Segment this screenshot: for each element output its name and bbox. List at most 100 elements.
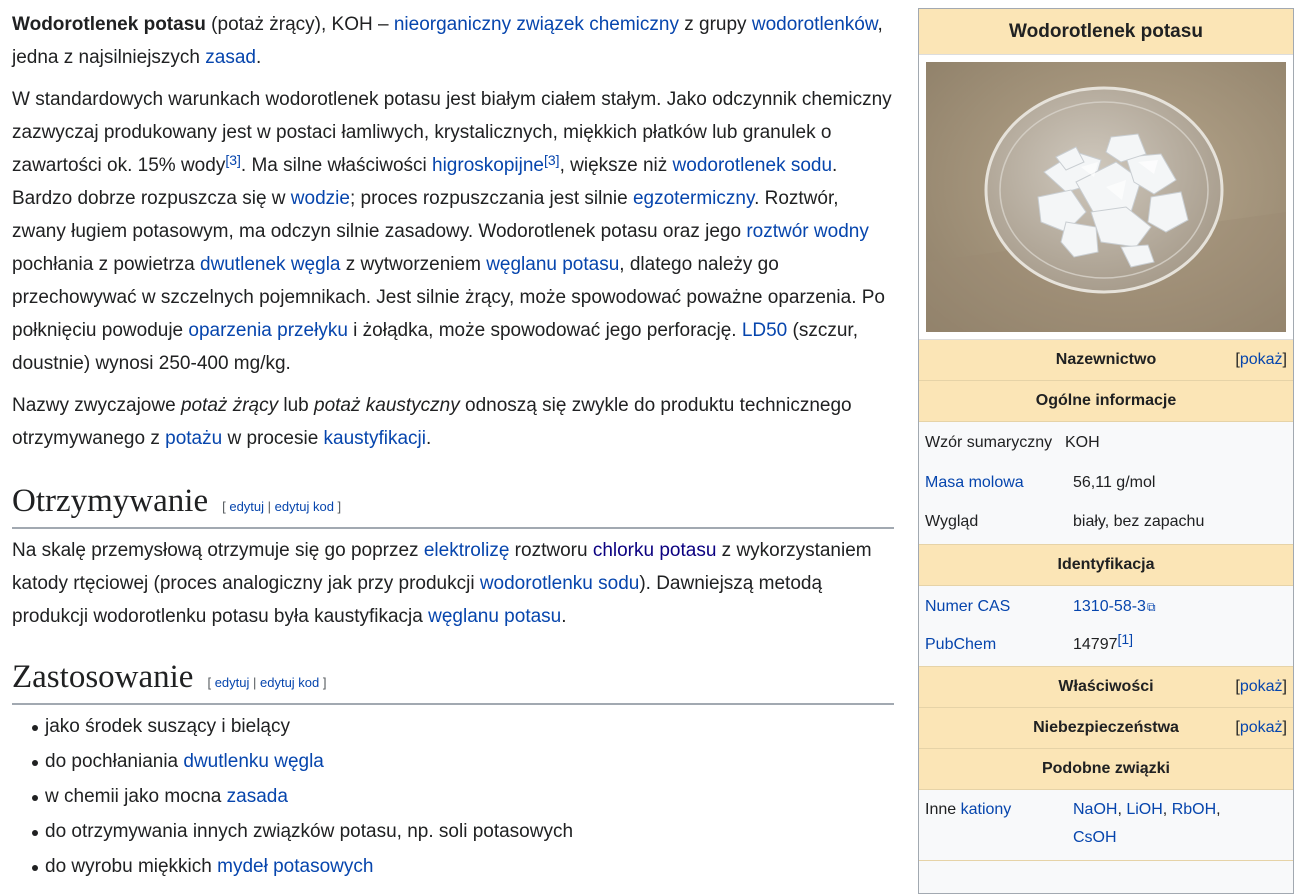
link-elektrolize[interactable]: elektrolizę	[424, 540, 510, 561]
text: do wyrobu miękkich	[45, 856, 218, 877]
link-oparzenia-przelyku[interactable]: oparzenia przełyku	[188, 320, 347, 341]
section-header-ogolne: Ogólne informacje	[919, 381, 1293, 422]
link-rboh[interactable]: RbOH	[1172, 801, 1216, 818]
show-link-niebezpieczenstwa[interactable]: pokaż	[1240, 719, 1283, 736]
link-zasada[interactable]: zasada	[227, 786, 288, 807]
reference-3[interactable]: [3]	[544, 152, 560, 168]
bracket: ]	[1282, 719, 1287, 736]
link-roztwor-wodny[interactable]: roztwór wodny	[746, 221, 869, 242]
link-potazu[interactable]: potażu	[165, 428, 222, 449]
separator: |	[249, 675, 260, 690]
text: lub	[278, 395, 315, 416]
show-toggle: [pokaż]	[1235, 667, 1287, 707]
section-header-wlasciwosci: Właściwości [pokaż]	[919, 667, 1293, 708]
link-cas-number[interactable]: 1310-58-3	[1073, 598, 1146, 615]
text: jako środek suszący i bielący	[45, 716, 290, 737]
text: Na skalę przemysłową otrzymuje się go po…	[12, 540, 424, 561]
link-naoh[interactable]: NaOH	[1073, 801, 1117, 818]
show-toggle: [pokaż]	[1235, 340, 1287, 380]
section-title: Otrzymywanie	[12, 483, 209, 519]
italic-term: potaż kaustyczny	[314, 395, 460, 416]
link-ld50[interactable]: LD50	[742, 320, 787, 341]
link-zasad[interactable]: zasad	[205, 47, 256, 68]
compound-photo[interactable]	[919, 55, 1293, 340]
section-label: Nazewnictwo	[1055, 351, 1157, 368]
link-kationy[interactable]: kationy	[961, 801, 1012, 818]
italic-term: potaż żrący	[180, 395, 279, 416]
link-wodorotlenku-sodu[interactable]: wodorotlenku sodu	[480, 573, 640, 594]
bracket: [	[207, 675, 215, 690]
link-mydel-potasowych[interactable]: mydeł potasowych	[217, 856, 373, 877]
row-label: Wzór sumaryczny	[925, 434, 1053, 451]
link-higroskopijne[interactable]: higroskopijne	[432, 155, 544, 176]
text: .	[561, 606, 567, 627]
section-label: Właściwości	[1058, 678, 1154, 695]
link-pubchem[interactable]: PubChem	[925, 636, 996, 653]
infobox-row-pubchem: PubChem 14797[1]	[919, 626, 1293, 667]
text: .	[425, 428, 432, 449]
text: z wytworzeniem	[340, 254, 487, 275]
edit-source-link[interactable]: edytuj kod	[260, 675, 319, 690]
edit-source-link[interactable]: edytuj kod	[275, 499, 334, 514]
link-lioh[interactable]: LiOH	[1126, 801, 1162, 818]
row-label: Wygląd	[925, 513, 979, 530]
text: roztworu	[509, 540, 593, 561]
text: pochłania z powietrza	[12, 254, 200, 275]
section-edit-links: [ edytuj | edytuj kod ]	[222, 487, 341, 527]
link-wodzie[interactable]: wodzie	[291, 188, 350, 209]
link-kaustyfikacji[interactable]: kaustyfikacji	[324, 428, 426, 449]
link-wodorotlenkow[interactable]: wodorotlenków	[752, 14, 878, 35]
infobox-row-wyglad: Wygląd biały, bez zapachu	[919, 503, 1293, 545]
bracket: ]	[1282, 351, 1287, 368]
text: w procesie	[222, 428, 324, 449]
section-header-podobne: Podobne związki	[919, 749, 1293, 790]
list-item: jako środek suszący i bielący	[32, 709, 894, 744]
link-dwutlenku-wegla[interactable]: dwutlenku węgla	[183, 751, 323, 772]
link-masa-molowa[interactable]: Masa molowa	[925, 474, 1024, 491]
show-link-nazewnictwo[interactable]: pokaż	[1240, 351, 1283, 368]
row-value: KOH	[1065, 434, 1100, 451]
section-edit-links: [ edytuj | edytuj kod ]	[207, 663, 326, 703]
intro-paragraph-3: Nazwy zwyczajowe potaż żrący lub potaż k…	[12, 389, 894, 455]
text: . Ma silne właściwości	[240, 155, 433, 176]
infobox-row-masa: Masa molowa 56,11 g/mol	[919, 463, 1293, 503]
bracket: ]	[1282, 678, 1287, 695]
text: Inne	[925, 801, 961, 818]
infobox-row-cas: Numer CAS 1310-58-3⧉	[919, 586, 1293, 626]
list-item: do otrzymywania innych związków potasu, …	[32, 814, 894, 849]
row-label: PubChem	[925, 626, 1073, 666]
link-weglanu-potasu[interactable]: węglanu potasu	[428, 606, 561, 627]
external-link-icon: ⧉	[1146, 600, 1156, 614]
edit-link[interactable]: edytuj	[215, 675, 250, 690]
link-csoh[interactable]: CsOH	[1073, 829, 1117, 846]
edit-link[interactable]: edytuj	[229, 499, 264, 514]
link-weglanu-potasu[interactable]: węglanu potasu	[486, 254, 619, 275]
link-wodorotlenek-sodu[interactable]: wodorotlenek sodu	[673, 155, 833, 176]
pubchem-id: 14797	[1073, 636, 1118, 653]
section-header-niebezpieczenstwa: Niebezpieczeństwa [pokaż]	[919, 708, 1293, 749]
link-chlorku-potasu[interactable]: chlorku potasu	[593, 540, 717, 561]
text: do pochłaniania	[45, 751, 184, 772]
article-subject: Wodorotlenek potasu	[12, 14, 206, 35]
row-value: 56,11 g/mol	[1073, 474, 1156, 491]
list-item: do wyrobu miękkich mydeł potasowych	[32, 849, 894, 884]
link-dwutlenek-wegla[interactable]: dwutlenek węgla	[200, 254, 340, 275]
section-header-identyfikacja: Identyfikacja	[919, 545, 1293, 586]
intro-paragraph-2: W standardowych warunkach wodorotlenek p…	[12, 83, 894, 380]
text: (potaż żrący), KOH –	[205, 14, 394, 35]
show-toggle: [pokaż]	[1235, 708, 1287, 748]
infobox-row-inne-kationy: Inne kationy NaOH, LiOH, RbOH, CsOH	[919, 790, 1293, 861]
link-numer-cas[interactable]: Numer CAS	[925, 598, 1010, 615]
separator: |	[264, 499, 275, 514]
section-label: Ogólne informacje	[1035, 392, 1177, 409]
link-nieorganiczny-zwiazek[interactable]: nieorganiczny związek chemiczny	[394, 14, 679, 35]
infobox-title: Wodorotlenek potasu	[919, 9, 1293, 55]
text: z grupy	[678, 14, 752, 35]
text: , większe niż	[559, 155, 673, 176]
bracket: ]	[333, 499, 342, 514]
list-item: do pochłaniania dwutlenku węgla	[32, 744, 894, 779]
link-egzotermiczny[interactable]: egzotermiczny	[633, 188, 754, 209]
reference-1[interactable]: [1]	[1118, 631, 1134, 647]
show-link-wlasciwosci[interactable]: pokaż	[1240, 678, 1283, 695]
reference-3[interactable]: [3]	[225, 152, 241, 168]
